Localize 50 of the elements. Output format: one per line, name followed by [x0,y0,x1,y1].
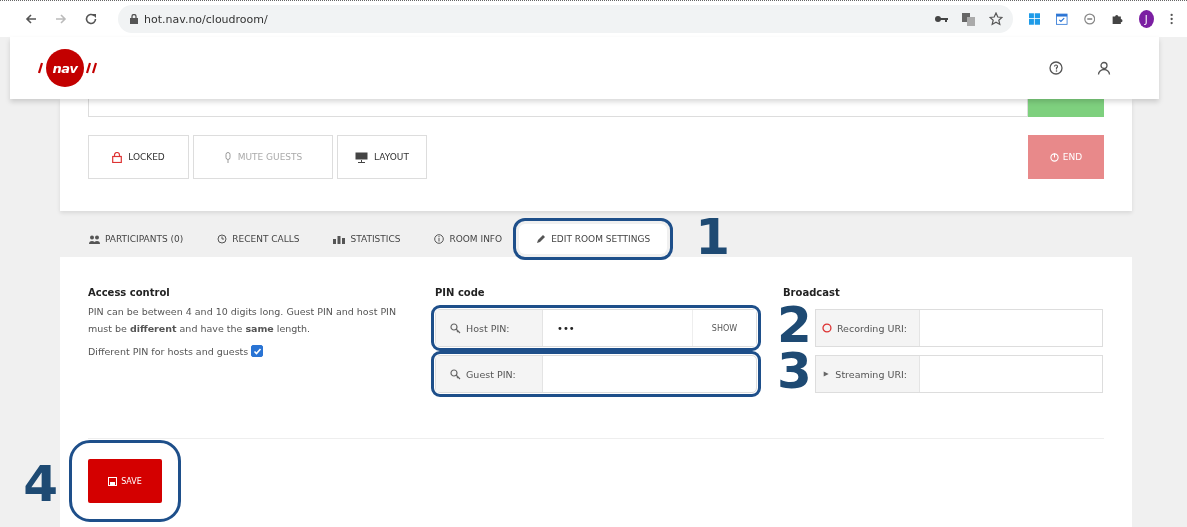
extension-circle-icon[interactable] [1083,12,1096,26]
lock-icon [112,151,123,163]
checkbox[interactable] [251,345,264,357]
show-button[interactable]: SHOW [692,310,756,346]
pin-value: ••• [557,322,575,334]
lock-icon [130,14,138,24]
clock-icon [217,234,228,244]
url-text: hot.nav.no/cloudroom/ [144,12,268,26]
windows-icon[interactable] [1029,12,1041,26]
back-icon[interactable] [24,12,38,26]
puzzle-icon[interactable] [1111,12,1123,26]
calendar-icon[interactable] [1056,12,1068,26]
description-text: PIN can be between 4 and 10 digits long. Guest PIN and host PIN must be different and have the same length. [88,305,397,336]
save-button[interactable]: SAVE [88,459,162,503]
field-label: Streaming URI: [816,356,920,392]
address-bar[interactable]: hot.nav.no/cloudroom/ [118,5,1013,33]
power-icon [1049,152,1059,162]
field-label: Host PIN: [436,310,543,346]
section-heading: PIN code [435,287,486,300]
input-field[interactable] [88,99,1028,117]
translate-icon[interactable] [962,12,975,26]
section-heading: Broadcast [783,287,841,300]
step-number: 1 [695,212,730,262]
more-icon[interactable] [1169,12,1173,26]
user-icon[interactable] [1097,61,1111,75]
help-icon[interactable] [1049,61,1063,75]
play-icon [822,369,831,379]
people-icon [89,234,100,244]
monitor-icon [355,151,369,163]
checkbox-label: Different PIN for hosts and guests [88,345,249,357]
reload-icon[interactable] [84,12,98,26]
tab[interactable]: ROOM INFO [417,224,520,254]
tab[interactable]: RECENT CALLS [200,224,317,254]
profile-avatar[interactable]: J [1138,10,1154,28]
room-control-button[interactable]: LAYOUT [337,135,427,179]
section-heading: Access control [88,287,171,300]
pencil-icon [536,234,547,244]
uri-field[interactable]: Streaming URI: [815,355,1103,393]
room-control-button[interactable]: LOCKED [88,135,189,179]
tab[interactable]: PARTICIPANTS (0) [72,224,201,254]
bar-chart-icon [333,234,346,244]
step-number: 4 [23,459,58,509]
star-icon[interactable] [989,12,1003,26]
field-label: Guest PIN: [436,356,543,392]
record-icon [822,323,832,333]
field-label: Recording URI: [816,310,920,346]
info-icon [434,234,445,244]
tab[interactable]: STATISTICS [316,224,418,254]
microphone-icon [223,151,232,163]
uri-field[interactable]: Recording URI: [815,309,1103,347]
